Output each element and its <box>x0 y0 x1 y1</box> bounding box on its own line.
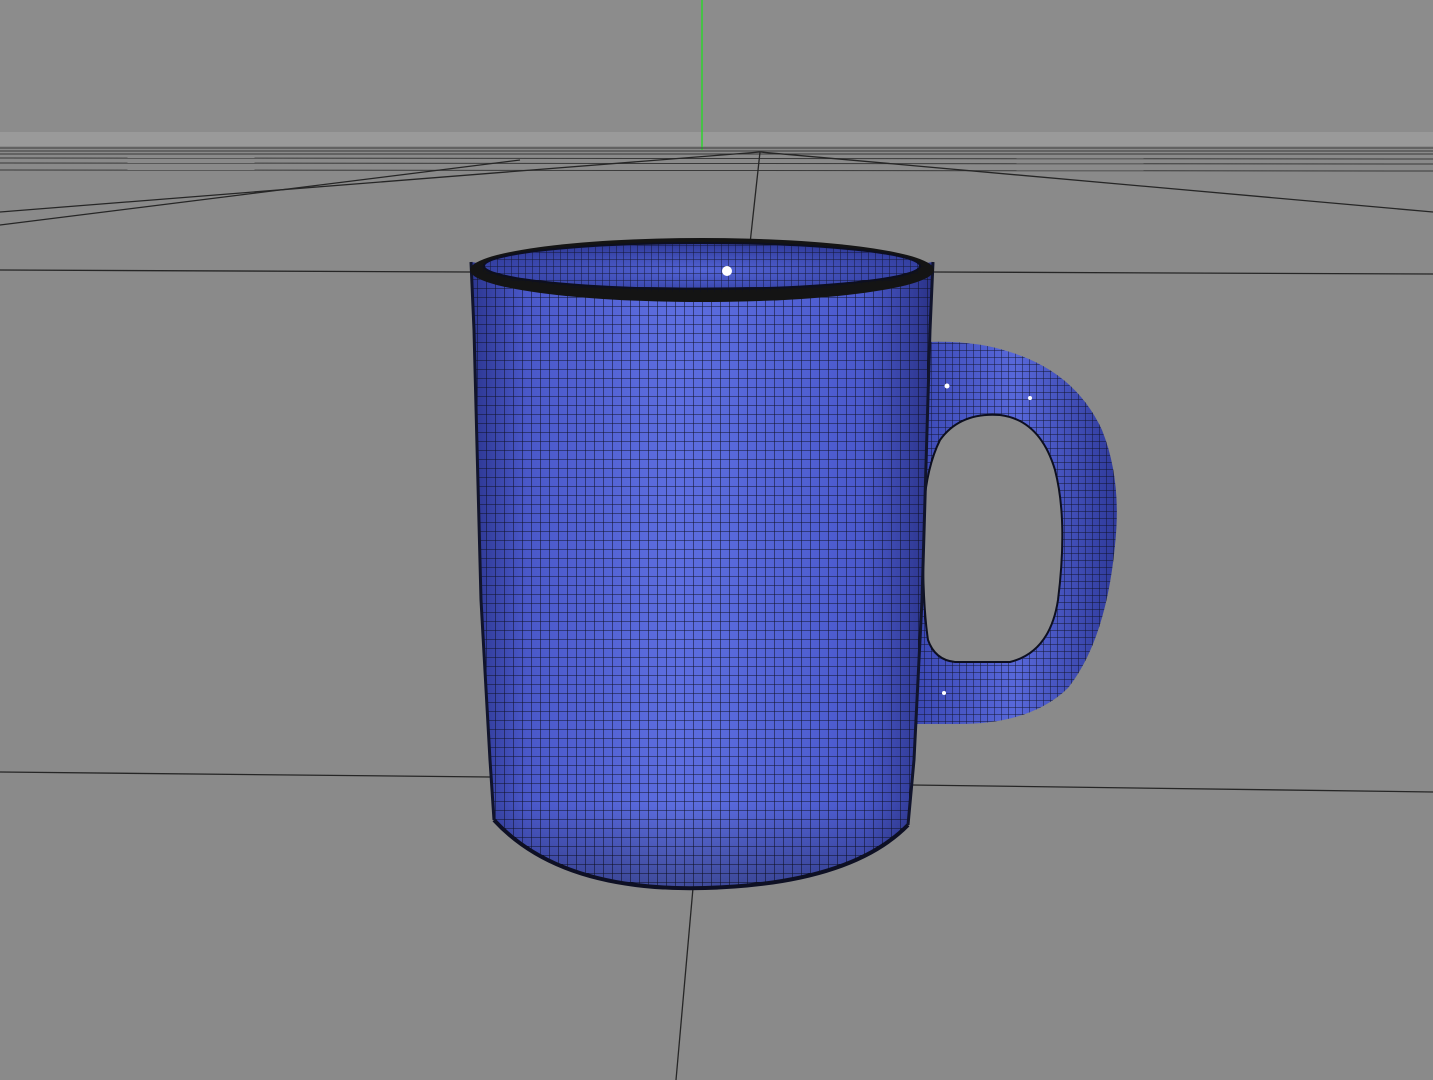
viewport-canvas[interactable] <box>0 0 1433 1080</box>
handle-hole <box>922 414 1063 662</box>
background-sky <box>0 0 1433 135</box>
handle-highlight <box>1028 396 1032 400</box>
mug-body[interactable] <box>460 250 940 900</box>
horizon-band <box>0 132 1433 148</box>
specular-highlight <box>722 266 732 276</box>
handle-highlight <box>944 383 950 389</box>
handle-highlight <box>942 691 946 695</box>
3d-viewport[interactable] <box>0 0 1433 1080</box>
mug-rim <box>470 238 934 302</box>
